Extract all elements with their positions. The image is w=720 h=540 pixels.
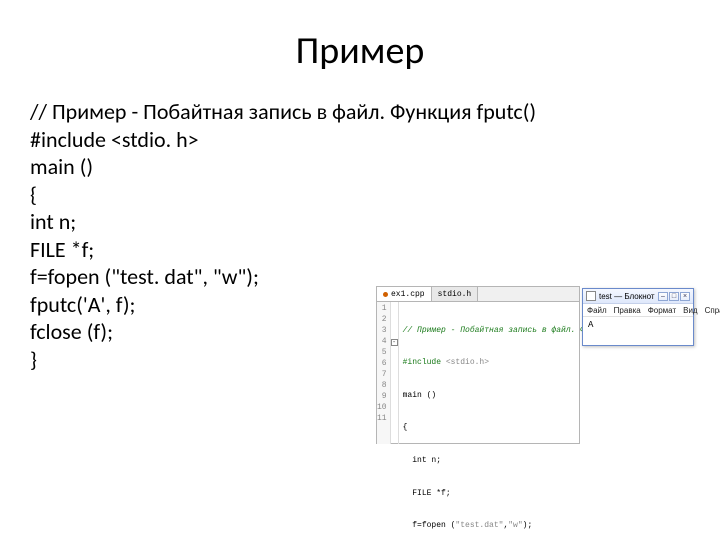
line-number-gutter: 1 2 3 4 5 6 7 8 9 10 11: [377, 302, 391, 444]
menu-item[interactable]: Правка: [614, 306, 641, 315]
notepad-icon: [586, 291, 596, 301]
menu-item[interactable]: Вид: [683, 306, 697, 315]
tab-label: stdio.h: [438, 290, 472, 299]
menu-item[interactable]: Справка: [705, 306, 720, 315]
tab-inactive[interactable]: stdio.h: [432, 287, 479, 301]
code-line: FILE *f;: [30, 236, 690, 264]
tab-label: ex1.cpp: [391, 290, 425, 299]
tab-active[interactable]: ex1.cpp: [377, 287, 432, 301]
editor-tabs: ex1.cpp stdio.h: [377, 287, 579, 302]
output-title: test — Блокнот: [599, 292, 655, 301]
code-line: #include <stdio. h>: [30, 126, 690, 154]
minimize-button[interactable]: –: [658, 292, 668, 301]
output-titlebar[interactable]: test — Блокнот – □ ×: [583, 289, 693, 304]
menu-item[interactable]: Формат: [648, 306, 676, 315]
close-button[interactable]: ×: [680, 292, 690, 301]
code-editor-window: ex1.cpp stdio.h 1 2 3 4 5 6 7 8 9 10 11: [376, 286, 580, 444]
maximize-button[interactable]: □: [669, 292, 679, 301]
output-content[interactable]: A: [583, 317, 693, 345]
code-line: main (): [30, 153, 690, 181]
code-line: // Пример - Побайтная запись в файл. Фун…: [30, 98, 690, 126]
menu-item[interactable]: Файл: [587, 306, 607, 315]
code-line: {: [30, 181, 690, 209]
slide-title: Пример: [0, 28, 720, 74]
fold-toggle-icon[interactable]: -: [391, 339, 398, 346]
output-menu: Файл Правка Формат Вид Справка: [583, 304, 693, 317]
fold-gutter: -: [391, 302, 399, 444]
dirty-indicator-icon: [383, 292, 388, 297]
code-line: f=fopen ("test. dat", "w");: [30, 263, 690, 291]
code-line: int n;: [30, 208, 690, 236]
output-window: test — Блокнот – □ × Файл Правка Формат …: [582, 288, 694, 346]
